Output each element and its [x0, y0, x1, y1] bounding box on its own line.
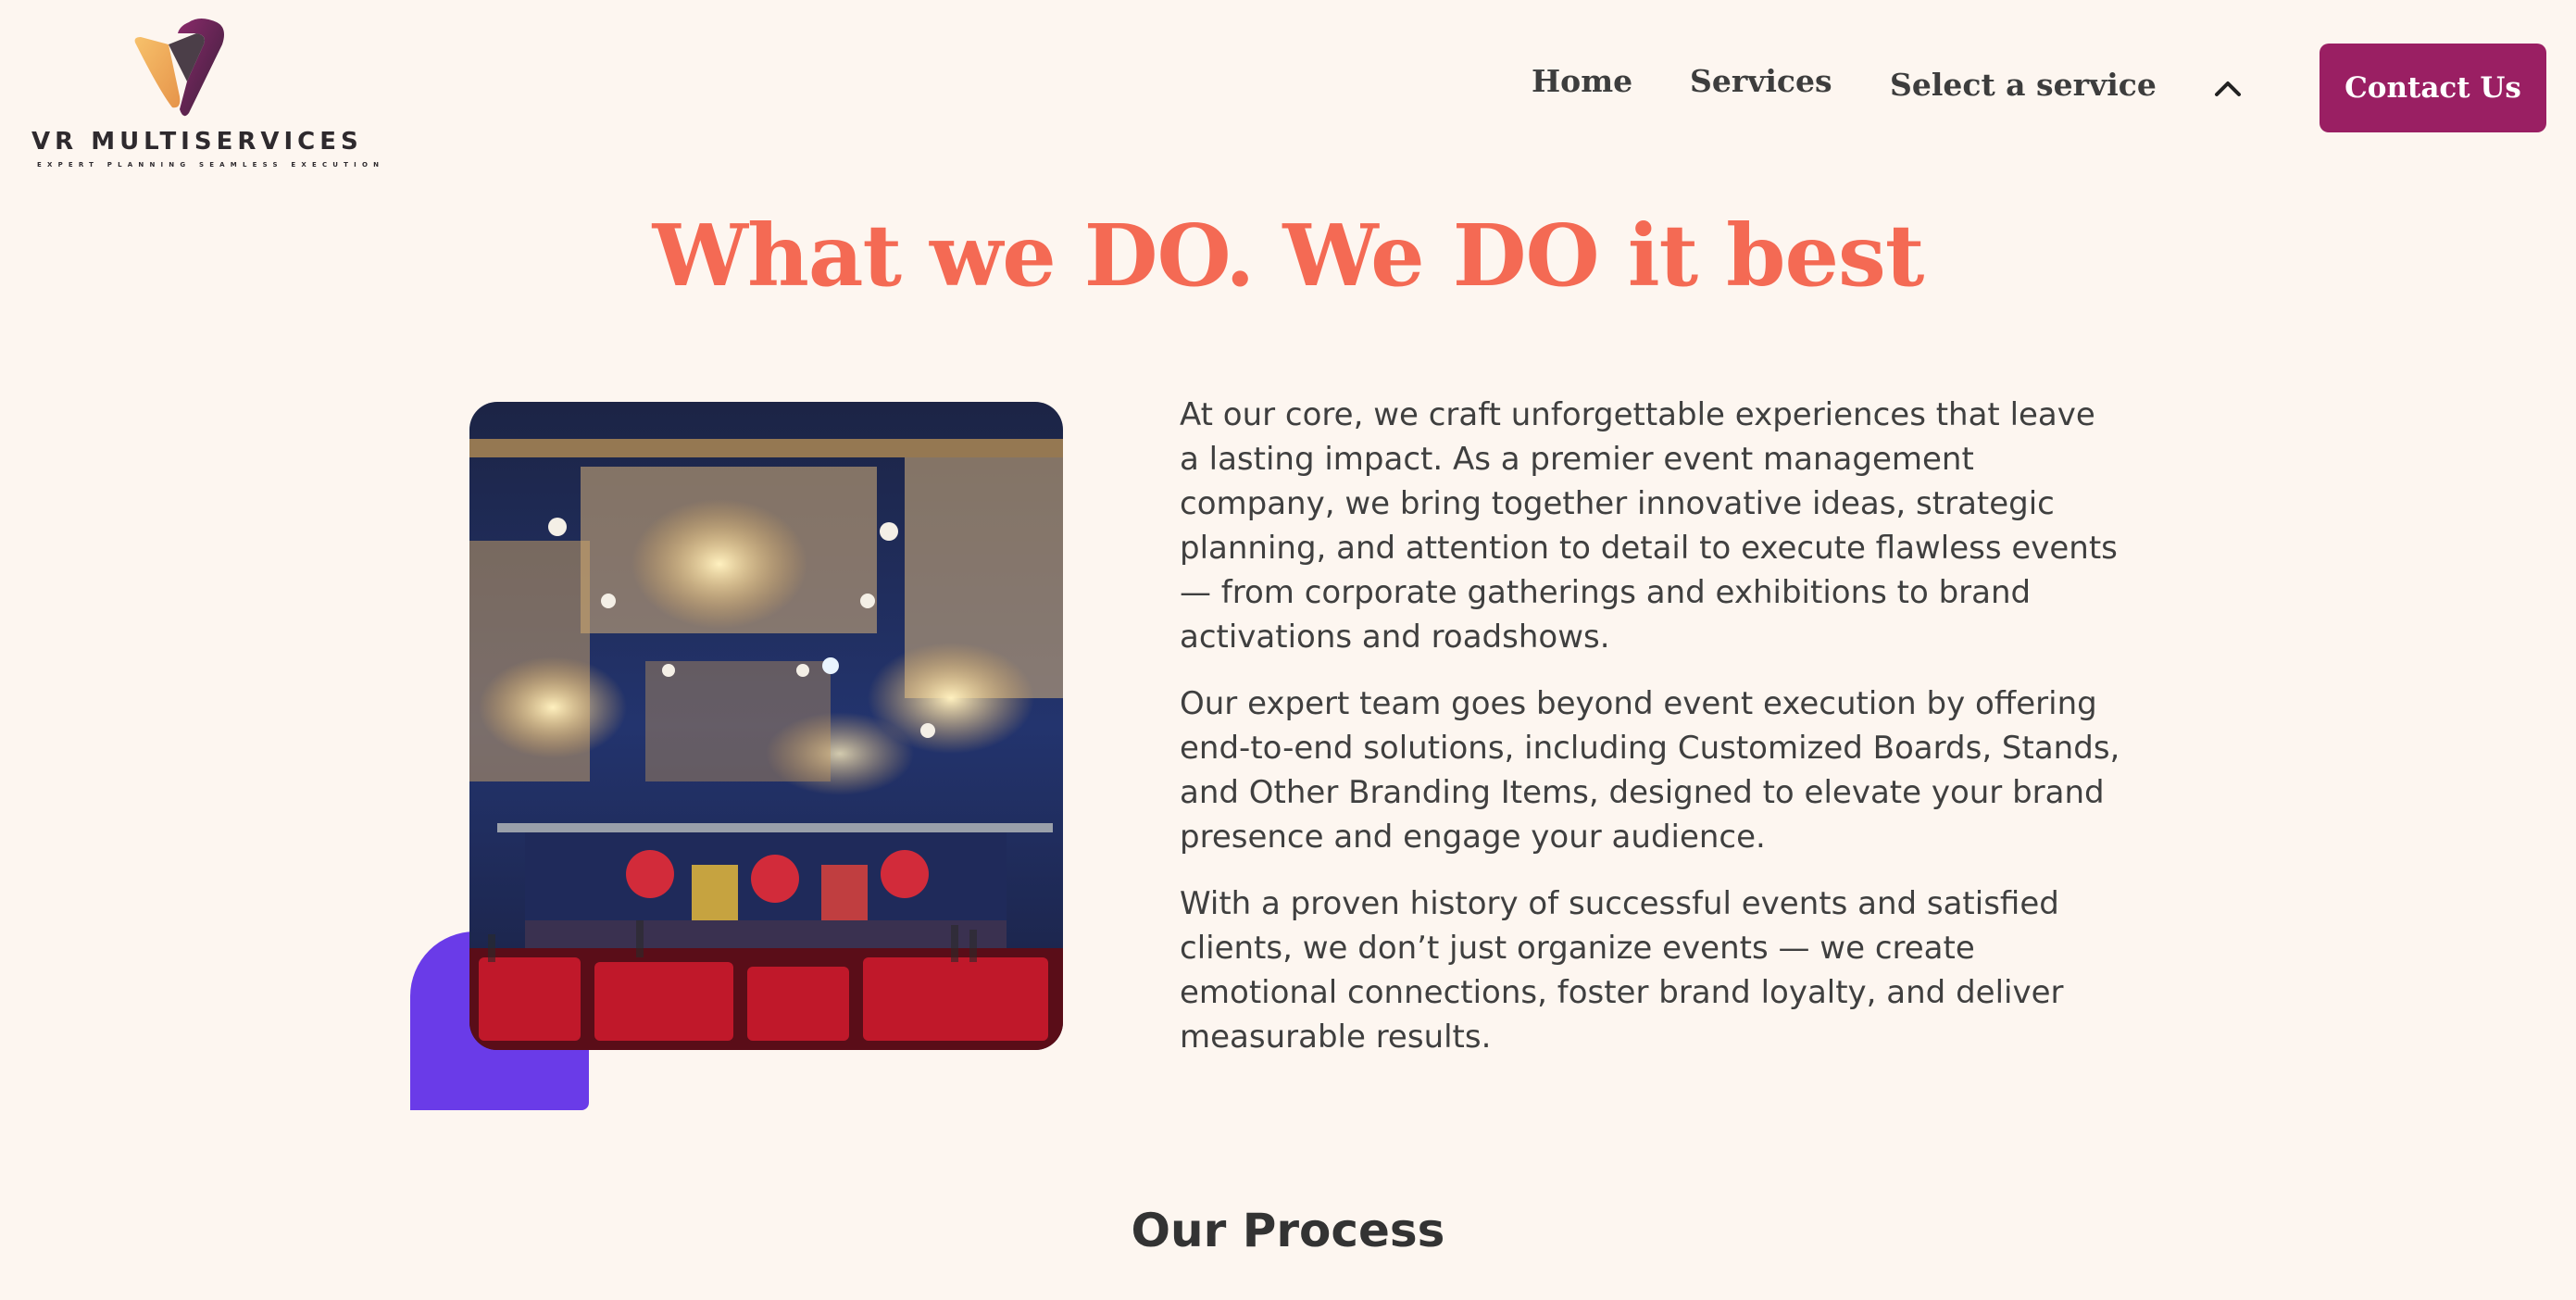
- chevron-up-icon[interactable]: [2211, 74, 2245, 100]
- brand-tagline: EXPERT PLANNING SEAMLESS EXECUTION: [37, 161, 385, 169]
- main-nav: Home Services Select a service: [0, 63, 2576, 109]
- about-paragraph-1: At our core, we craft unforgettable expe…: [1180, 396, 2118, 656]
- nav-select-service[interactable]: Select a service: [1890, 67, 2157, 103]
- contact-us-button[interactable]: Contact Us: [2320, 44, 2546, 132]
- about-paragraph-2: Our expert team goes beyond event execut…: [1180, 685, 2120, 856]
- process-section-title: Our Process: [1131, 1204, 1445, 1257]
- brand-name: VR MULTISERVICES: [31, 128, 363, 156]
- nav-home[interactable]: Home: [1532, 63, 1632, 99]
- page-title: What we DO. We DO it best: [652, 206, 1925, 306]
- nav-services[interactable]: Services: [1690, 63, 1832, 99]
- event-hall-photo: [469, 402, 1063, 1050]
- about-paragraph-3: With a proven history of successful even…: [1180, 885, 2064, 1056]
- about-copy: At our core, we craft unforgettable expe…: [1180, 393, 2124, 1081]
